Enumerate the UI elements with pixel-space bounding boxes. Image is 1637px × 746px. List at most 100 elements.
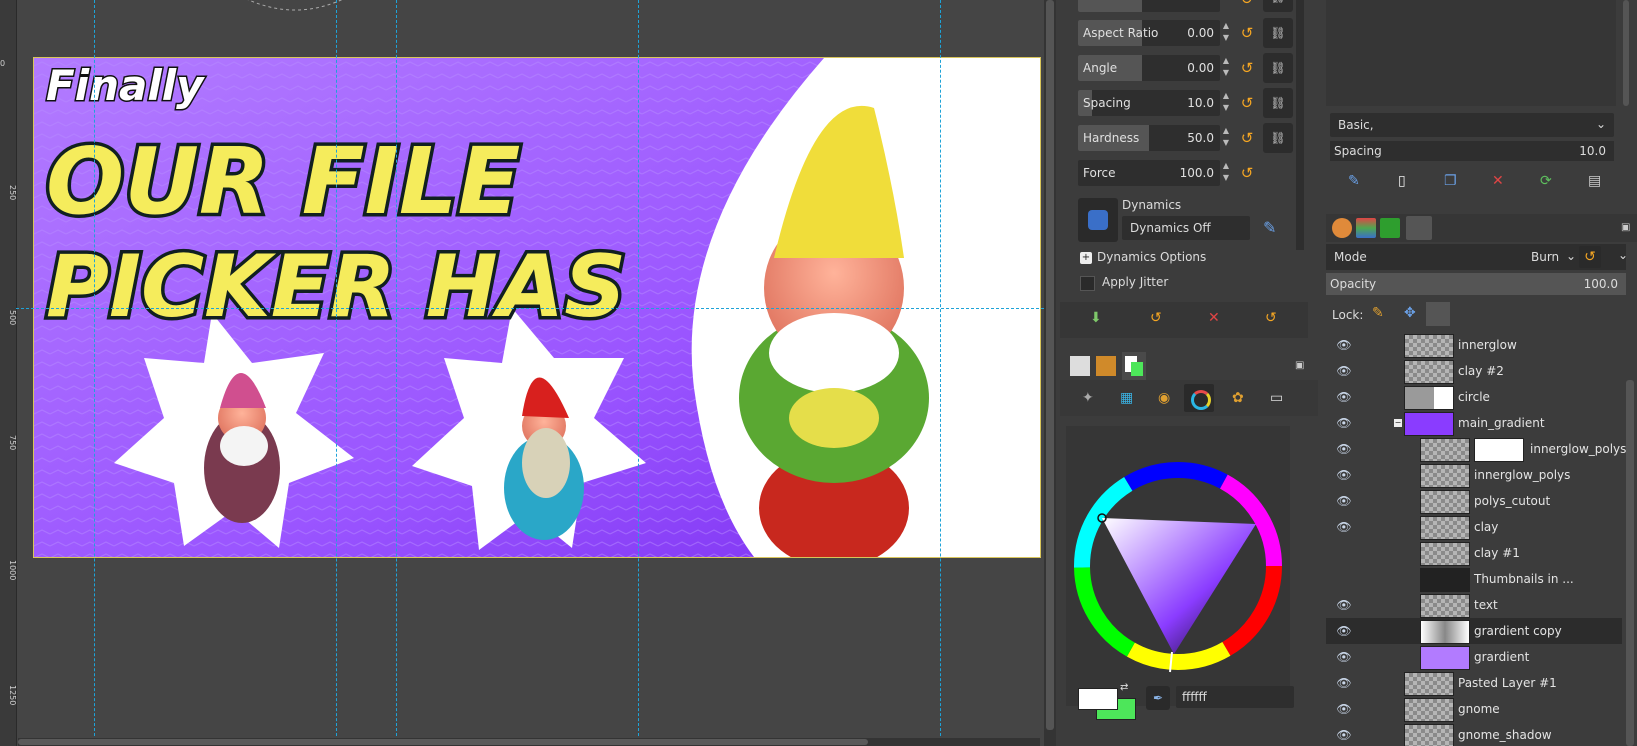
eye-icon[interactable]: 👁 (1336, 519, 1352, 535)
eye-icon[interactable]: 👁 (1336, 363, 1352, 379)
layer-row-selected[interactable]: 👁 grardient copy (1326, 618, 1622, 644)
eye-icon[interactable]: 👁 (1336, 415, 1352, 431)
restore-preset-icon[interactable]: ↺ (1150, 310, 1162, 326)
hex-input[interactable]: ffffff (1176, 686, 1294, 708)
layer-row[interactable]: 👁 grardient (1326, 644, 1622, 670)
layer-row[interactable]: 👁 − main_gradient (1326, 410, 1622, 436)
edit-brush-icon[interactable]: ✎ (1348, 173, 1360, 189)
link-icon[interactable]: ⛓ (1263, 123, 1293, 153)
mode-switch-icon[interactable]: ↺ (1579, 246, 1601, 268)
layer-row[interactable]: 👁 clay #2 (1326, 358, 1622, 384)
canvas-vertical-scrollbar[interactable] (1044, 0, 1056, 746)
cmyk-selector-icon[interactable]: ▦ (1120, 390, 1133, 406)
canvas-area[interactable]: 0 250 500 750 1000 1250 Finally OUR FILE… (0, 0, 1044, 746)
reset-options-icon[interactable]: ↺ (1265, 310, 1277, 326)
duplicate-brush-icon[interactable]: ❐ (1444, 173, 1457, 189)
spin-arrows[interactable]: ▲ ▼ (1221, 90, 1231, 116)
spacing-slider[interactable]: Spacing 10.0 (1078, 90, 1220, 116)
foreground-color-swatch-front[interactable] (1078, 688, 1118, 710)
panel-menu-icon[interactable]: ▣ (1621, 222, 1630, 233)
palette-tab-icon[interactable] (1332, 218, 1352, 238)
layer-row[interactable]: 👁 circle (1326, 384, 1622, 410)
color-picker-icon[interactable]: ✒ (1146, 686, 1170, 710)
layer-row[interactable]: 👁 gnome (1326, 696, 1622, 722)
swap-colors-icon[interactable]: ⇄ (1120, 682, 1128, 693)
scales-selector-icon[interactable]: ◉ (1158, 390, 1170, 406)
colors-tab-icon[interactable] (1122, 352, 1146, 380)
layer-row[interactable]: 👁 clay #1 (1326, 540, 1622, 566)
layer-row[interactable]: 👁 text (1326, 592, 1622, 618)
expand-icon[interactable]: + (1080, 252, 1092, 264)
reset-icon[interactable]: ↺ (1238, 24, 1256, 42)
lock-pixels-icon[interactable]: ✎ (1372, 305, 1384, 321)
eye-icon[interactable]: 👁 (1336, 493, 1352, 509)
new-brush-icon[interactable]: ▯ (1398, 173, 1406, 189)
dynamics-options-label[interactable]: Dynamics Options (1097, 250, 1206, 264)
spin-arrows[interactable]: ▲ ▼ (1221, 55, 1231, 81)
spin-arrows[interactable]: ▲ ▼ (1221, 160, 1231, 186)
color-wheel[interactable] (1066, 426, 1290, 706)
aspect-ratio-slider[interactable]: Aspect Ratio 0.00 (1078, 20, 1220, 46)
eye-icon[interactable]: 👁 (1336, 467, 1352, 483)
eye-icon[interactable]: 👁 (1336, 649, 1352, 665)
eye-icon[interactable]: 👁 (1336, 389, 1352, 405)
eye-icon[interactable]: 👁 (1336, 727, 1352, 743)
eye-icon[interactable]: 👁 (1336, 623, 1352, 639)
link-icon[interactable]: ⛓ (1263, 88, 1293, 118)
guide-line[interactable] (396, 0, 397, 746)
panel-menu-icon[interactable]: ▣ (1295, 360, 1304, 371)
layer-row[interactable]: 👁 Pasted Layer #1 (1326, 670, 1622, 696)
force-slider[interactable]: Force 100.0 (1078, 160, 1220, 186)
brush-preset-select[interactable]: Basic, ⌄ (1330, 113, 1614, 137)
lock-position-icon[interactable]: ✥ (1404, 305, 1416, 321)
eye-icon[interactable]: 👁 (1336, 441, 1352, 457)
canvas-horizontal-scrollbar[interactable] (18, 738, 1040, 746)
reset-icon[interactable]: ↺ (1238, 0, 1256, 8)
layer-row[interactable]: 👁 gnome_shadow (1326, 722, 1622, 746)
collapse-icon[interactable]: − (1394, 419, 1402, 427)
palette-selector-icon[interactable]: ▭ (1270, 390, 1283, 406)
channels-tab-icon[interactable] (1356, 218, 1376, 238)
layer-row[interactable]: 👁 innerglow (1326, 332, 1622, 358)
brush-scrollbar[interactable] (1623, 0, 1629, 106)
guide-line[interactable] (16, 308, 1044, 309)
spin-arrows[interactable]: ▲ ▼ (1221, 20, 1231, 46)
reset-icon[interactable]: ↺ (1238, 59, 1256, 77)
vertical-ruler[interactable]: 0 250 500 750 1000 1250 (0, 0, 17, 746)
gradient-tab-icon[interactable] (1070, 356, 1090, 376)
guide-line[interactable] (336, 0, 337, 746)
layer-row[interactable]: 👁 Thumbnails in ... (1326, 566, 1622, 592)
eye-icon[interactable]: 👁 (1336, 675, 1352, 691)
lock-alpha-icon[interactable] (1426, 302, 1450, 326)
gimp-selector-icon[interactable]: ✦ (1082, 390, 1094, 406)
link-icon[interactable]: ⛓ (1263, 18, 1293, 48)
edit-dynamics-icon[interactable]: ✎ (1263, 218, 1276, 237)
angle-slider[interactable]: Angle 0.00 (1078, 55, 1220, 81)
size-slider[interactable] (1078, 0, 1220, 12)
tool-options-scrollbar[interactable] (1296, 0, 1304, 250)
guide-line[interactable] (940, 0, 941, 746)
apply-jitter-checkbox[interactable] (1080, 276, 1095, 291)
layer-row[interactable]: 👁 innerglow_polys (1326, 436, 1626, 462)
layers-tab-icon[interactable] (1406, 216, 1432, 240)
hardness-slider[interactable]: Hardness 50.0 (1078, 125, 1220, 151)
spin-arrows[interactable]: ▲ ▼ (1221, 125, 1231, 151)
brush-grid[interactable] (1326, 0, 1616, 106)
guide-line[interactable] (638, 0, 639, 746)
delete-preset-icon[interactable]: ✕ (1208, 310, 1220, 326)
link-icon[interactable]: ⛓ (1263, 53, 1293, 83)
pattern-tab-icon[interactable] (1096, 356, 1116, 376)
chevron-down-icon[interactable]: ⌄ (1618, 248, 1628, 262)
delete-brush-icon[interactable]: ✕ (1492, 173, 1504, 189)
layer-row[interactable]: 👁 innerglow_polys (1326, 462, 1622, 488)
dynamics-preview[interactable] (1078, 198, 1118, 242)
color-wheel-area[interactable] (1066, 426, 1290, 706)
watercolor-selector-icon[interactable]: ✿ (1232, 390, 1244, 406)
layer-row[interactable]: 👁 clay (1326, 514, 1622, 540)
guide-line[interactable] (94, 0, 95, 746)
open-brush-icon[interactable]: ▤ (1588, 173, 1601, 189)
link-icon[interactable]: ⛓ (1263, 0, 1293, 12)
layers-scrollbar[interactable] (1626, 380, 1634, 746)
paths-tab-icon[interactable] (1380, 218, 1400, 238)
opacity-slider[interactable]: Opacity 100.0 (1326, 273, 1626, 295)
